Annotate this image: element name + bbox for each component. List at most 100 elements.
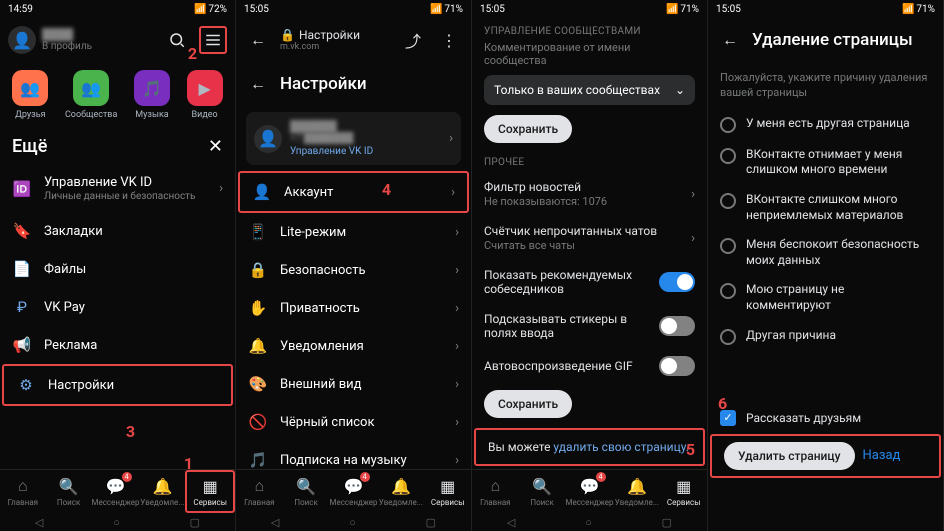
- nav-messenger[interactable]: 4💬Мессенджер: [91, 470, 139, 513]
- privacy-item[interactable]: ✋Приватность›: [236, 289, 471, 327]
- reason-5[interactable]: Другая причина: [708, 321, 943, 352]
- hamburger-menu-icon[interactable]: [199, 26, 227, 54]
- reason-0[interactable]: У меня есть другая страница: [708, 109, 943, 140]
- nav-messenger[interactable]: 4💬Мессенджер: [565, 470, 613, 513]
- nav-notif[interactable]: 🔔Уведомле...: [140, 470, 186, 513]
- file-icon: 📄: [12, 260, 32, 278]
- dropdown-value: Только в ваших сообществах: [494, 83, 660, 97]
- delete-link[interactable]: удалить свою страницу.: [553, 440, 689, 454]
- page-title: Настройки: [280, 74, 463, 94]
- back-button[interactable]: ←: [716, 26, 744, 54]
- reason-2[interactable]: ВКонтакте слишком много неприемлемых мат…: [708, 185, 943, 230]
- back-sys-icon[interactable]: ◁: [35, 516, 43, 529]
- files-item[interactable]: 📄Файлы: [0, 250, 235, 288]
- status-icons: 📶71%: [430, 4, 463, 15]
- community-dropdown[interactable]: Только в ваших сообществах ⌄: [484, 75, 695, 105]
- save-button[interactable]: Сохранить: [484, 115, 572, 143]
- nav-search[interactable]: 🔍Поиск: [283, 470, 330, 513]
- quick-communities[interactable]: 👥Сообщества: [65, 70, 117, 120]
- delete-page-button[interactable]: Удалить страницу: [724, 442, 855, 470]
- nav-messenger[interactable]: 4💬Мессенджер: [329, 470, 377, 513]
- more-section: Ещё ✕: [0, 128, 235, 165]
- status-bar: 14:59 📶 72%: [0, 0, 235, 18]
- notif-item[interactable]: 🔔Уведомления›: [236, 327, 471, 365]
- delete-link-row[interactable]: Вы можете удалить свою страницу.: [474, 428, 705, 466]
- stickers-row[interactable]: Подсказывать стикеры в полях ввода: [472, 304, 707, 348]
- ruble-icon: ₽: [12, 298, 32, 316]
- delete-button-row: Удалить страницу Назад: [710, 434, 941, 478]
- status-time: 15:05: [244, 4, 269, 15]
- nav-services[interactable]: ▦Сервисы: [660, 470, 707, 513]
- cancel-button[interactable]: Назад: [863, 448, 901, 463]
- block-icon: 🚫: [248, 413, 268, 431]
- quick-label: Музыка: [135, 110, 168, 120]
- lock-icon: 🔒: [248, 261, 268, 279]
- nav-services[interactable]: ▦Сервисы: [424, 470, 471, 513]
- nav-notif[interactable]: 🔔Уведомле...: [614, 470, 661, 513]
- quick-video[interactable]: ▶Видео: [187, 70, 223, 120]
- reason-4[interactable]: Мою страницу не комментируют: [708, 275, 943, 320]
- tell-friends-label: Рассказать друзьям: [746, 411, 861, 425]
- page-title: Удаление страницы: [752, 30, 935, 50]
- appearance-item[interactable]: 🎨Внешний вид›: [236, 365, 471, 403]
- phone-icon: 📱: [248, 223, 268, 241]
- gif-row[interactable]: Автовоспроизведение GIF: [472, 348, 707, 384]
- chevron-right-icon: ›: [219, 181, 223, 196]
- counter-row[interactable]: Счётчик непрочитанных чатовСчитать все ч…: [472, 216, 707, 260]
- nav-notif[interactable]: 🔔Уведомле...: [378, 470, 425, 513]
- gear-icon: ⚙: [16, 376, 36, 394]
- nav-services[interactable]: ▦Сервисы: [185, 470, 235, 513]
- back-button[interactable]: ←: [244, 26, 272, 54]
- toggle-stickers[interactable]: [659, 316, 695, 336]
- nav-home[interactable]: ⌂Главная: [0, 470, 46, 513]
- radio-icon: [720, 283, 736, 299]
- quick-friends[interactable]: 👥Друзья: [12, 70, 48, 120]
- quick-music[interactable]: 🎵Музыка: [134, 70, 170, 120]
- chevron-right-icon: ›: [451, 185, 455, 200]
- toggle-gif[interactable]: [659, 356, 695, 376]
- ads-item[interactable]: 📢Реклама: [0, 326, 235, 364]
- step-4: 4: [382, 180, 391, 199]
- nav-search[interactable]: 🔍Поиск: [46, 470, 92, 513]
- share-icon[interactable]: ⤴: [399, 26, 427, 54]
- profile-link[interactable]: 👤 ████ В профиль: [8, 26, 155, 54]
- vkid-item[interactable]: 🆔 Управление VK ID Личные данные и безоп…: [0, 165, 235, 212]
- chevron-right-icon: ›: [691, 231, 695, 246]
- blacklist-item[interactable]: 🚫Чёрный список›: [236, 403, 471, 441]
- home-sys-icon[interactable]: ○: [113, 516, 120, 529]
- chevron-right-icon: ›: [691, 187, 695, 202]
- phone-screen-1: 14:59 📶 72% 👤 ████ В профиль 2 👥Друзья 👥…: [0, 0, 236, 531]
- toggle-recommend[interactable]: [659, 272, 695, 292]
- system-nav: ◁○▢: [236, 513, 471, 531]
- bookmarks-item[interactable]: 🔖Закладки: [0, 212, 235, 250]
- nav-home[interactable]: ⌂Главная: [236, 470, 283, 513]
- filter-row[interactable]: Фильтр новостейНе показываются: 1076 ›: [472, 172, 707, 216]
- bottom-nav: ⌂Главная 🔍Поиск 4💬Мессенджер 🔔Уведомле..…: [236, 469, 471, 513]
- bell-icon: 🔔: [152, 477, 172, 496]
- close-icon[interactable]: ✕: [208, 136, 223, 157]
- nav-home[interactable]: ⌂Главная: [472, 470, 519, 513]
- account-item[interactable]: 👤Аккаунт›: [238, 171, 469, 213]
- vkid-manage-link[interactable]: Управление VK ID: [290, 146, 441, 157]
- recommend-row[interactable]: Показать рекомендуемых собеседников: [472, 260, 707, 304]
- bottom-nav: ⌂Главная 🔍Поиск 4💬Мессенджер 🔔Уведомле..…: [472, 469, 707, 513]
- settings-item[interactable]: ⚙Настройки: [2, 364, 233, 406]
- tell-friends-row[interactable]: ✓ Рассказать друзьям: [708, 402, 943, 434]
- url-header: ← 🔒Настройки m.vk.com ⤴ ⋮: [236, 18, 471, 62]
- back-arrow[interactable]: ←: [244, 70, 272, 98]
- more-icon[interactable]: ⋮: [435, 26, 463, 54]
- search-icon[interactable]: [163, 26, 191, 54]
- palette-icon: 🎨: [248, 375, 268, 393]
- security-item[interactable]: 🔒Безопасность›: [236, 251, 471, 289]
- lite-item[interactable]: 📱Lite-режим›: [236, 213, 471, 251]
- radio-icon: [720, 329, 736, 345]
- signal-icon: 📶: [430, 4, 442, 15]
- save-button-2[interactable]: Сохранить: [484, 390, 572, 418]
- nav-search[interactable]: 🔍Поиск: [519, 470, 566, 513]
- reason-1[interactable]: ВКонтакте отнимает у меня слишком много …: [708, 140, 943, 185]
- vkid-card[interactable]: 👤 ██████ +7 ███████ Управление VK ID ›: [246, 112, 461, 165]
- vkpay-item[interactable]: ₽VK Pay: [0, 288, 235, 326]
- reason-3[interactable]: Меня беспокоит безопасность моих данных: [708, 230, 943, 275]
- recent-sys-icon[interactable]: ▢: [190, 516, 200, 529]
- phone-screen-3: 15:05 📶71% УПРАВЛЕНИЕ СООБЩЕСТВАМИ Комме…: [472, 0, 708, 531]
